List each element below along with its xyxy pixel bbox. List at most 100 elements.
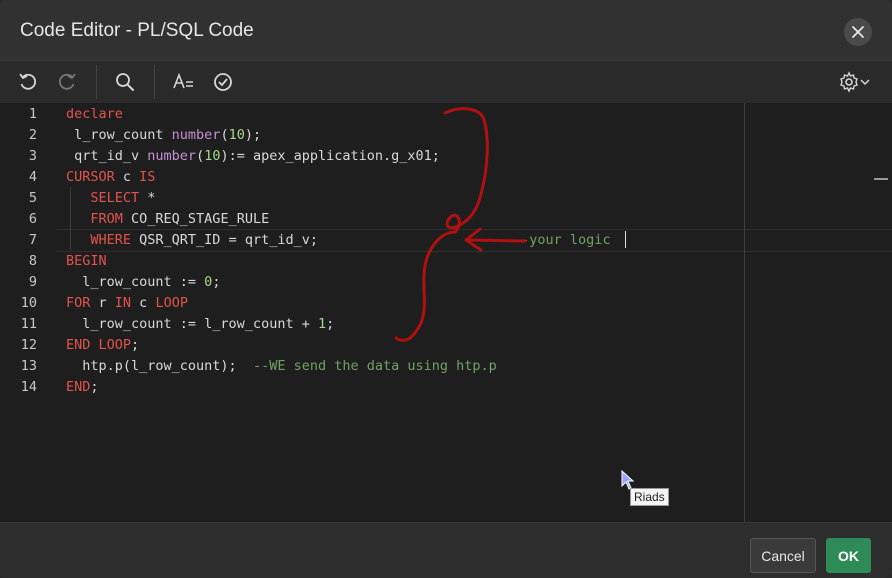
code-line[interactable]: BEGIN [66,251,107,272]
cancel-button[interactable]: Cancel [750,538,816,573]
settings-gear-icon [840,71,858,93]
code-token: ; [326,316,335,332]
code-token: l_row_count := [66,274,205,290]
format-code-button[interactable] [170,68,198,96]
code-token: 10 [228,127,245,143]
code-token: htp.p(l_row_count); [66,358,253,374]
toolbar-separator [154,65,155,99]
text-cursor [625,231,626,248]
code-token: 10 [204,148,221,164]
code-token: declare [66,106,123,122]
line-number: 3 [28,148,37,164]
dialog-titlebar: Code Editor - PL/SQL Code [0,0,892,60]
code-line[interactable]: l_row_count number(10); [66,125,261,146]
code-token: CO_REQ_STAGE_RULE [122,211,270,227]
line-number: 11 [20,316,37,332]
line-number: 8 [28,253,37,269]
code-token: ); [244,127,262,143]
undo-icon [19,73,37,90]
validate-check-icon [214,73,232,91]
code-token: END [66,337,91,353]
code-token: l_row_count := l_row_count + [66,316,318,332]
code-token: END [66,379,91,395]
code-token: LOOP [98,337,132,353]
code-line[interactable]: l_row_count := 0; [66,272,220,293]
code-token: number [147,148,197,164]
line-number: 14 [20,379,37,395]
close-icon [852,26,864,38]
line-number: 6 [28,211,37,227]
editor-toolbar [0,60,892,104]
close-button[interactable] [844,18,872,46]
redo-icon [58,73,76,90]
code-token: ( [220,127,229,143]
minimap-divider [744,103,745,522]
search-icon [116,73,134,91]
hover-tooltip: Riads [630,488,669,506]
code-line[interactable]: htp.p(l_row_count); --WE send the data u… [66,356,497,377]
code-line[interactable]: declare [66,104,123,125]
code-token: ( [196,148,205,164]
code-token: WHERE [90,232,132,248]
line-number-gutter: 1 2 3 4 5 6 7 8 9 10 11 12 13 14 [0,103,56,522]
chevron-down-icon [860,79,870,86]
code-token: FROM [90,211,123,227]
line-number: 10 [20,295,37,311]
mouse-pointer-icon [621,470,635,490]
code-token: QSR_QRT_ID = qrt_id_v; [131,232,318,248]
code-line[interactable]: WHERE QSR_QRT_ID = qrt_id_v; --your logi… [66,230,611,251]
dialog-title: Code Editor - PL/SQL Code [20,20,254,41]
code-token: BEGIN [66,253,107,269]
ok-button[interactable]: OK [826,538,871,573]
code-line[interactable]: END; [66,377,99,398]
code-token: l_row_count [66,127,172,143]
code-token: qrt_id_v [66,148,148,164]
code-token: number [171,127,221,143]
code-line[interactable]: FOR r IN c LOOP [66,293,188,314]
line-number: 9 [28,274,37,290]
code-editor-area[interactable]: 1 2 3 4 5 6 7 8 9 10 11 12 13 14 declare l_row_count … [0,103,892,522]
code-token: 1 [317,316,327,332]
code-line[interactable]: qrt_id_v number(10):= apex_application.g… [66,146,440,167]
line-number: 2 [28,127,37,143]
code-token: ; [212,274,221,290]
validate-button[interactable] [209,68,237,96]
line-number: 12 [20,337,37,353]
code-token: * [139,190,156,206]
code-token: ):= apex_application.g_x01; [220,148,440,164]
line-number: 13 [20,358,37,374]
settings-menu-button[interactable] [836,68,872,96]
code-line[interactable]: END LOOP; [66,335,139,356]
code-token: IN [114,295,132,311]
text-format-icon [173,72,193,89]
code-token: --your logic [317,232,611,248]
code-line[interactable]: CURSOR c IS [66,167,155,188]
undo-button[interactable] [14,68,42,96]
line-number: 5 [28,190,37,206]
code-token: ; [90,379,99,395]
code-token: SELECT [90,190,140,206]
code-token: FOR [66,295,91,311]
code-line[interactable]: l_row_count := l_row_count + 1; [66,314,334,335]
code-token: LOOP [155,295,188,311]
code-token: IS [139,169,156,185]
code-line[interactable]: SELECT * [66,188,155,209]
code-token: --WE send the data using htp.p [252,358,497,374]
code-token: c [114,169,140,185]
code-line[interactable]: FROM CO_REQ_STAGE_RULE [66,209,269,230]
search-button[interactable] [111,68,139,96]
code-token: ; [131,337,140,353]
code-token: c [131,295,156,311]
code-editor-dialog: Code Editor - PL/SQL Code 1 2 3 4 5 6 7 … [0,0,892,578]
code-token: r [90,295,115,311]
code-token: CURSOR [66,169,115,185]
redo-button[interactable] [53,68,81,96]
dialog-footer: Cancel OK [0,522,892,578]
line-number: 1 [28,106,37,122]
toolbar-separator [96,65,97,99]
scrollbar-indicator[interactable] [874,178,888,180]
